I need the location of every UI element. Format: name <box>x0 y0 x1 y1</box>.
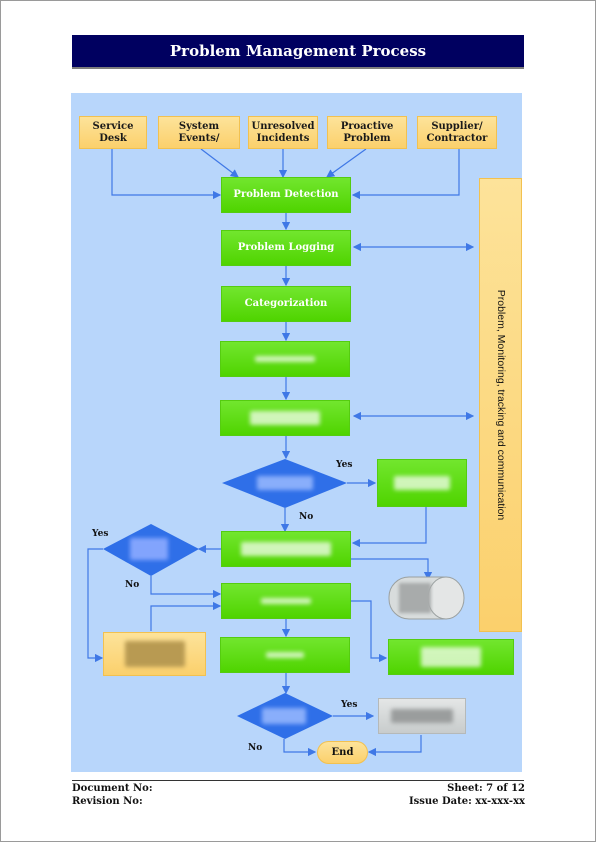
page-title: Problem Management Process <box>72 35 524 69</box>
step-problem-detection[interactable]: Problem Detection <box>221 177 351 213</box>
end-terminator[interactable]: End <box>317 741 368 764</box>
step-closure[interactable] <box>220 637 350 673</box>
monitoring-panel: Problem, Monitoring, tracking and commun… <box>479 178 522 632</box>
flowchart-canvas: Service Desk System Events/ Unresolved I… <box>71 93 522 772</box>
source-system-events[interactable]: System Events/ <box>158 116 240 149</box>
document-no: Document No: <box>72 783 153 794</box>
label-workaround-no: No <box>299 512 314 522</box>
arrow-service-desk <box>111 149 222 200</box>
step-major-problem-review[interactable] <box>378 698 466 734</box>
monitoring-panel-label: Problem, Monitoring, tracking and commun… <box>494 289 507 521</box>
arrow-supplier <box>351 149 460 200</box>
arrow-proactive <box>326 148 367 178</box>
step-investigation-diagnosis[interactable] <box>220 400 350 436</box>
sheet-number: Sheet: 7 of 12 <box>447 783 525 794</box>
label-known-error-yes: Yes <box>92 529 109 539</box>
label-major-yes: Yes <box>341 700 358 710</box>
revision-no: Revision No: <box>72 796 143 807</box>
step-provide-workaround[interactable] <box>377 459 467 507</box>
footer-divider <box>72 780 524 781</box>
issue-date: Issue Date: xx-xxx-xx <box>408 796 525 807</box>
step-known-error-record[interactable] <box>221 531 351 567</box>
step-prioritization[interactable] <box>220 341 350 377</box>
decision-major-problem-label <box>255 705 313 727</box>
database-icon <box>388 576 465 620</box>
decision-workaround-label <box>252 473 318 493</box>
label-known-error-no: No <box>125 580 140 590</box>
step-categorization[interactable]: Categorization <box>221 286 351 322</box>
source-proactive-problem[interactable]: Proactive Problem <box>327 116 407 149</box>
step-resolution[interactable] <box>221 583 351 619</box>
step-problem-logging[interactable]: Problem Logging <box>221 230 351 266</box>
label-major-no: No <box>248 743 263 753</box>
decision-known-error-label <box>129 537 169 561</box>
label-workaround-yes: Yes <box>336 460 353 470</box>
source-service-desk[interactable]: Service Desk <box>79 116 147 149</box>
step-change-management[interactable] <box>103 632 206 676</box>
source-unresolved-incidents[interactable]: Unresolved Incidents <box>248 116 318 149</box>
step-update-record[interactable] <box>388 639 514 675</box>
source-supplier-contractor[interactable]: Supplier/ Contractor <box>417 116 497 149</box>
arrow-system-events <box>200 148 239 178</box>
